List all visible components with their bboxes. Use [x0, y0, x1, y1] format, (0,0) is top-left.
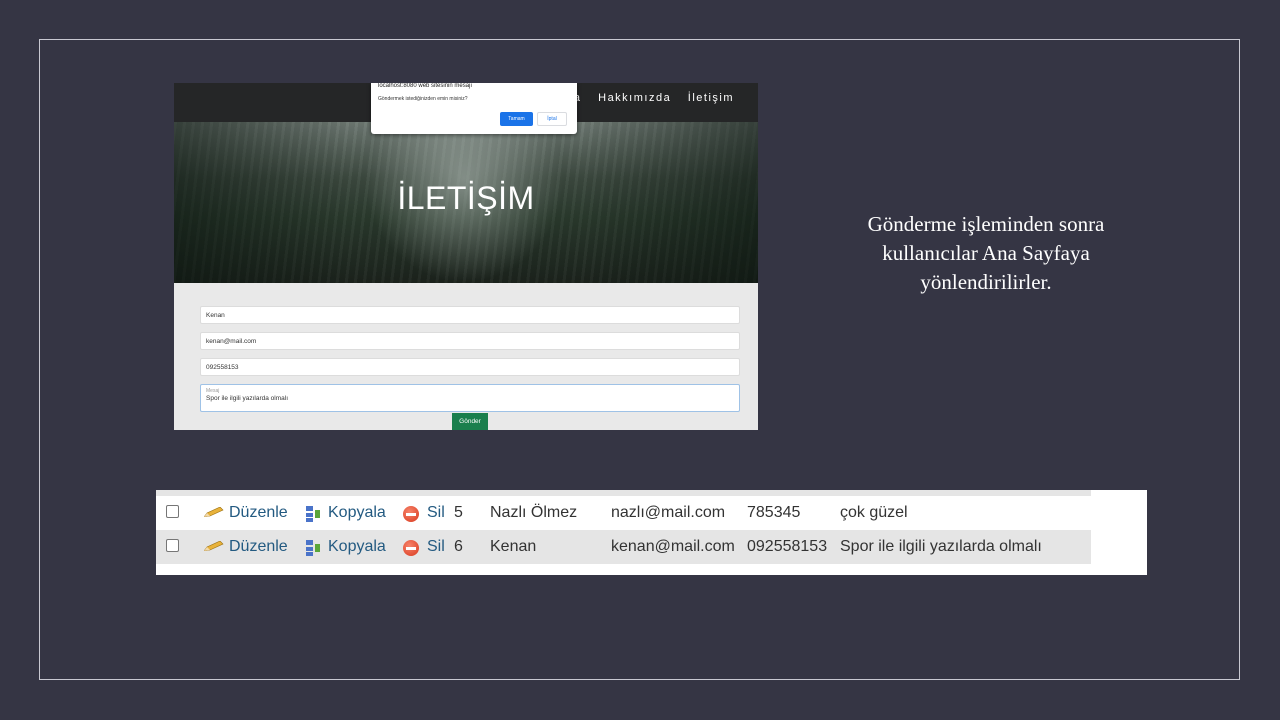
confirm-dialog: localhost:8080 web sitesinin mesajı Gönd… [371, 83, 577, 134]
hero-forest-image: İLETİŞİM [174, 122, 758, 283]
row-checkbox[interactable] [166, 505, 179, 518]
copy-link[interactable]: Kopyala [328, 496, 386, 530]
copy-icon [306, 506, 320, 522]
copy-icon [306, 540, 320, 556]
edit-link[interactable]: Düzenle [229, 530, 288, 564]
row-checkbox[interactable] [166, 539, 179, 552]
table-row: Düzenle Kopyala Sil 6 Kenan kenan@mail.c… [156, 530, 1091, 564]
nav-link-about[interactable]: Hakkımızda [598, 92, 671, 104]
cell-message: Spor ile ilgili yazılarda olmalı [840, 538, 1042, 555]
cell-name: Nazlı Ölmez [490, 504, 578, 521]
delete-icon [403, 540, 419, 556]
dialog-title: localhost:8080 web sitesinin mesajı [378, 83, 473, 89]
pencil-icon [204, 507, 224, 517]
nav-links: yfa Hakkımızda İletişim [550, 83, 734, 113]
pencil-icon [204, 541, 224, 551]
message-textarea[interactable]: Mesaj Spor ile ilgili yazılarda olmalı [200, 384, 740, 412]
cell-id: 6 [454, 538, 463, 555]
phone-field[interactable]: 092558153 [200, 358, 740, 376]
delete-icon [403, 506, 419, 522]
delete-link[interactable]: Sil [427, 530, 445, 564]
caption-line-3: yönlendirilirler. [920, 270, 1052, 294]
message-value: Spor ile ilgili yazılarda olmalı [206, 395, 289, 402]
dialog-ok-button[interactable]: Tamam [500, 112, 533, 126]
dialog-cancel-button[interactable]: İptal [537, 112, 567, 126]
copy-link[interactable]: Kopyala [328, 530, 386, 564]
message-label: Mesaj [206, 388, 220, 394]
cell-email: nazlı@mail.com [611, 504, 726, 521]
slide-caption: Gönderme işleminden sonra kullanıcılar A… [820, 210, 1152, 297]
hero-title: İLETİŞİM [397, 180, 535, 216]
cell-phone: 785345 [747, 504, 801, 521]
cell-id: 5 [454, 504, 463, 521]
edit-link[interactable]: Düzenle [229, 496, 288, 530]
nav-link-contact[interactable]: İletişim [688, 92, 734, 104]
dialog-message: Göndermek istediğinizden emin misiniz? [378, 96, 468, 102]
caption-line-1: Gönderme işleminden sonra [867, 212, 1105, 236]
email-field[interactable]: kenan@mail.com [200, 332, 740, 350]
table-row: Düzenle Kopyala Sil 5 Nazlı Ölmez nazlı@… [156, 496, 1091, 530]
caption-line-2: kullanıcılar Ana Sayfaya [882, 241, 1090, 265]
cell-name: Kenan [490, 538, 537, 555]
website-screenshot: yfa Hakkımızda İletişim İLETİŞİM Kenan k… [174, 83, 758, 430]
cell-phone: 092558153 [747, 538, 828, 555]
cell-email: kenan@mail.com [611, 538, 735, 555]
database-table: Düzenle Kopyala Sil 5 Nazlı Ölmez nazlı@… [156, 490, 1147, 575]
send-button[interactable]: Gönder [452, 413, 488, 430]
name-field[interactable]: Kenan [200, 306, 740, 324]
cell-message: çok güzel [840, 504, 908, 521]
delete-link[interactable]: Sil [427, 496, 445, 530]
